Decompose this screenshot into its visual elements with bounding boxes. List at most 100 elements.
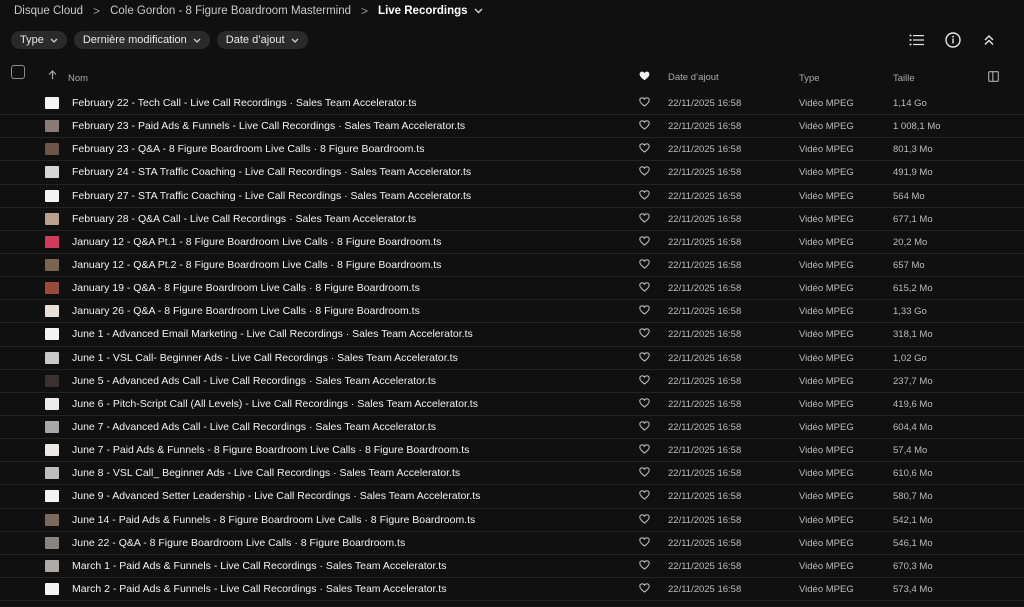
file-size: 542,1 Mo	[893, 514, 933, 526]
heart-icon[interactable]	[639, 282, 650, 295]
file-thumbnail	[45, 351, 59, 364]
date-added: 22/11/2025 16:58	[668, 190, 742, 202]
heart-icon[interactable]	[639, 120, 650, 133]
heart-icon[interactable]	[639, 97, 650, 110]
heart-icon[interactable]	[639, 189, 650, 203]
file-name[interactable]: June 6 - Pitch-Script Call (All Levels) …	[72, 398, 478, 410]
file-thumbnail	[45, 513, 59, 526]
table-row[interactable]: January 12 - Q&A Pt.2 - 8 Figure Boardro…	[0, 254, 1024, 278]
file-thumbnail	[45, 444, 59, 457]
file-name[interactable]: February 27 - STA Traffic Coaching - Liv…	[72, 190, 471, 202]
file-name[interactable]: January 19 - Q&A - 8 Figure Boardroom Li…	[72, 282, 420, 294]
breadcrumb-item-disque-cloud[interactable]: Disque Cloud	[14, 5, 83, 17]
file-name[interactable]: June 1 - VSL Call- Beginner Ads - Live C…	[72, 352, 458, 364]
file-size: 610,6 Mo	[893, 468, 933, 480]
table-row[interactable]: February 27 - STA Traffic Coaching - Liv…	[0, 185, 1024, 208]
table-row[interactable]: March 2 - Paid Ads & Funnels - Live Call…	[0, 578, 1024, 602]
table-row[interactable]: January 19 - Q&A - 8 Figure Boardroom Li…	[0, 277, 1024, 301]
heart-icon[interactable]	[639, 166, 650, 179]
table-row[interactable]: June 8 - VSL Call_ Beginner Ads - Live C…	[0, 462, 1024, 486]
table-row[interactable]: February 23 - Paid Ads & Funnels - Live …	[0, 115, 1024, 139]
heart-icon[interactable]	[639, 305, 650, 318]
table-row[interactable]: June 1 - Advanced Email Marketing - Live…	[0, 323, 1024, 347]
heart-icon[interactable]	[639, 536, 650, 550]
breadcrumb-current[interactable]: Live Recordings	[378, 5, 467, 17]
column-header-date-added[interactable]: Date d’ajout	[668, 72, 719, 83]
filter-type-button[interactable]: Type	[11, 31, 67, 49]
filter-date-added-button[interactable]: Date d’ajout	[216, 31, 308, 49]
table-row[interactable]: January 26 - Q&A - 8 Figure Boardroom Li…	[0, 300, 1024, 324]
file-name[interactable]: February 22 - Tech Call - Live Call Reco…	[72, 97, 417, 109]
select-all-checkbox[interactable]	[11, 65, 25, 79]
table-row[interactable]: February 22 - Tech Call - Live Call Reco…	[0, 92, 1024, 116]
table-row[interactable]: February 23 - Q&A - 8 Figure Boardroom L…	[0, 138, 1024, 162]
filter-modified-button[interactable]: Dernière modification	[73, 31, 210, 49]
heart-icon[interactable]	[639, 374, 650, 388]
column-header-size[interactable]: Taille	[893, 73, 915, 84]
column-header-name[interactable]: Nom	[68, 73, 88, 84]
columns-icon[interactable]	[988, 71, 999, 85]
heart-icon[interactable]	[639, 143, 650, 156]
date-added: 22/11/2025 16:58	[668, 537, 742, 549]
file-type: Vidéo MPEG	[799, 537, 854, 549]
table-row[interactable]: June 5 - Advanced Ads Call - Live Call R…	[0, 370, 1024, 393]
file-name[interactable]: January 12 - Q&A Pt.2 - 8 Figure Boardro…	[72, 259, 441, 271]
table-row[interactable]: February 28 - Q&A Call - Live Call Recor…	[0, 208, 1024, 231]
file-name[interactable]: February 24 - STA Traffic Coaching - Liv…	[72, 166, 471, 178]
heart-icon[interactable]	[639, 583, 650, 596]
file-size: 677,1 Mo	[893, 213, 933, 225]
file-thumbnail	[45, 143, 59, 156]
table-row[interactable]: June 9 - Advanced Setter Leadership - Li…	[0, 485, 1024, 509]
heart-icon[interactable]	[639, 351, 650, 365]
table-row[interactable]: June 6 - Pitch-Script Call (All Levels) …	[0, 393, 1024, 416]
file-name[interactable]: February 28 - Q&A Call - Live Call Recor…	[72, 213, 416, 225]
sort-arrow-icon[interactable]	[48, 70, 57, 83]
heart-icon[interactable]	[639, 467, 650, 480]
heart-icon[interactable]	[639, 513, 650, 527]
column-header-type[interactable]: Type	[799, 73, 820, 84]
table-row[interactable]: June 14 - Paid Ads & Funnels - 8 Figure …	[0, 509, 1024, 532]
heart-icon[interactable]	[639, 560, 650, 573]
heart-icon[interactable]	[639, 71, 650, 84]
table-row[interactable]: June 1 - VSL Call- Beginner Ads - Live C…	[0, 347, 1024, 370]
breadcrumb-item-folder[interactable]: Cole Gordon - 8 Figure Boardroom Masterm…	[110, 5, 351, 17]
file-name[interactable]: January 12 - Q&A Pt.1 - 8 Figure Boardro…	[72, 236, 441, 248]
heart-icon[interactable]	[639, 212, 650, 226]
file-name[interactable]: January 26 - Q&A - 8 Figure Boardroom Li…	[72, 305, 420, 317]
table-row[interactable]: March 1 - Paid Ads & Funnels - Live Call…	[0, 555, 1024, 578]
file-name[interactable]: February 23 - Q&A - 8 Figure Boardroom L…	[72, 143, 424, 155]
collapse-icon[interactable]	[978, 30, 1000, 50]
heart-icon[interactable]	[639, 236, 650, 249]
file-thumbnail	[45, 189, 59, 202]
file-thumbnail	[45, 582, 59, 595]
table-row[interactable]: June 7 - Advanced Ads Call - Live Call R…	[0, 416, 1024, 440]
file-type: Vidéo MPEG	[799, 560, 854, 572]
file-name[interactable]: March 1 - Paid Ads & Funnels - Live Call…	[72, 560, 446, 572]
heart-icon[interactable]	[639, 259, 650, 272]
heart-icon[interactable]	[639, 398, 650, 411]
table-row[interactable]: January 12 - Q&A Pt.1 - 8 Figure Boardro…	[0, 231, 1024, 254]
heart-icon[interactable]	[639, 490, 650, 503]
file-name[interactable]: June 22 - Q&A - 8 Figure Boardroom Live …	[72, 537, 405, 549]
chevron-down-icon	[291, 36, 299, 45]
chevron-down-icon[interactable]	[474, 6, 483, 16]
file-name[interactable]: June 7 - Paid Ads & Funnels - 8 Figure B…	[72, 444, 469, 456]
file-name[interactable]: June 7 - Advanced Ads Call - Live Call R…	[72, 421, 436, 433]
date-added: 22/11/2025 16:58	[668, 421, 742, 433]
file-name[interactable]: March 2 - Paid Ads & Funnels - Live Call…	[72, 583, 446, 595]
file-name[interactable]: June 9 - Advanced Setter Leadership - Li…	[72, 490, 480, 502]
list-view-icon[interactable]	[906, 30, 928, 50]
file-name[interactable]: June 8 - VSL Call_ Beginner Ads - Live C…	[72, 467, 460, 479]
heart-icon[interactable]	[639, 421, 650, 434]
file-name[interactable]: June 14 - Paid Ads & Funnels - 8 Figure …	[72, 514, 475, 526]
file-name[interactable]: June 1 - Advanced Email Marketing - Live…	[72, 328, 473, 340]
file-name[interactable]: June 5 - Advanced Ads Call - Live Call R…	[72, 375, 436, 387]
file-thumbnail	[45, 559, 59, 572]
table-row[interactable]: June 22 - Q&A - 8 Figure Boardroom Live …	[0, 532, 1024, 555]
info-icon[interactable]	[942, 30, 964, 50]
heart-icon[interactable]	[639, 444, 650, 457]
file-name[interactable]: February 23 - Paid Ads & Funnels - Live …	[72, 120, 465, 132]
table-row[interactable]: June 7 - Paid Ads & Funnels - 8 Figure B…	[0, 439, 1024, 463]
heart-icon[interactable]	[639, 328, 650, 341]
table-row[interactable]: February 24 - STA Traffic Coaching - Liv…	[0, 161, 1024, 185]
